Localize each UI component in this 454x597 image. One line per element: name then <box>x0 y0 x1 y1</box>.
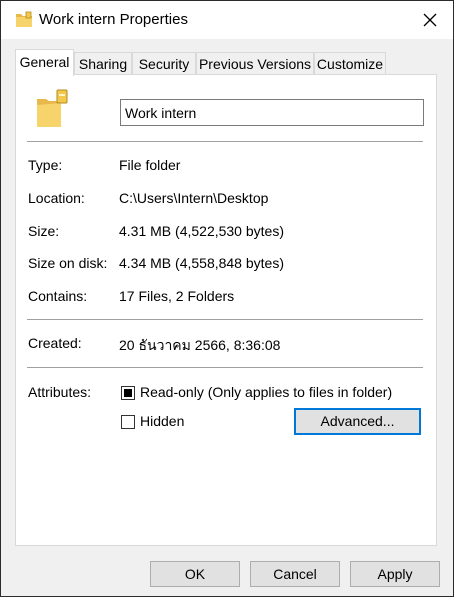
properties-window: Work intern Properties General Sharing S… <box>0 0 454 597</box>
readonly-checkbox[interactable] <box>121 386 135 400</box>
created-label: Created: <box>28 335 82 351</box>
separator <box>27 141 423 142</box>
size-on-disk-label: Size on disk: <box>28 255 108 271</box>
contains-label: Contains: <box>28 288 88 304</box>
created-value: 20 ธันวาคม 2566, 8:36:08 <box>119 337 281 353</box>
type-value: File folder <box>119 157 181 173</box>
readonly-label[interactable]: Read-only (Only applies to files in fold… <box>140 384 392 400</box>
tab-sharing[interactable]: Sharing <box>74 52 132 74</box>
advanced-button[interactable]: Advanced... <box>294 408 421 435</box>
location-label: Location: <box>28 190 85 206</box>
size-value: 4.31 MB (4,522,530 bytes) <box>119 223 284 239</box>
separator <box>27 319 423 320</box>
folder-icon <box>37 89 68 127</box>
type-label: Type: <box>28 157 63 173</box>
cancel-button[interactable]: Cancel <box>250 561 340 587</box>
title-bar: Work intern Properties <box>1 1 453 39</box>
contains-value: 17 Files, 2 Folders <box>119 288 235 304</box>
tab-general[interactable]: General <box>15 49 74 76</box>
tab-security[interactable]: Security <box>132 52 196 74</box>
close-icon[interactable] <box>423 13 437 27</box>
location-value: C:\Users\Intern\Desktop <box>119 190 269 206</box>
separator <box>27 367 423 368</box>
folder-icon <box>16 11 32 27</box>
window-title: Work intern Properties <box>39 11 188 28</box>
folder-name-input[interactable] <box>120 99 424 126</box>
attributes-label: Attributes: <box>28 384 92 400</box>
close-button[interactable] <box>407 1 453 39</box>
size-on-disk-value: 4.34 MB (4,558,848 bytes) <box>119 255 284 271</box>
ok-button[interactable]: OK <box>150 561 240 587</box>
tab-previous-versions[interactable]: Previous Versions <box>196 52 314 74</box>
tab-customize[interactable]: Customize <box>314 52 386 74</box>
apply-button[interactable]: Apply <box>350 561 440 587</box>
hidden-checkbox[interactable] <box>121 415 135 429</box>
hidden-label[interactable]: Hidden <box>140 413 184 429</box>
size-label: Size: <box>28 223 60 239</box>
general-panel: Type: File folder Location: C:\Users\Int… <box>15 74 437 546</box>
